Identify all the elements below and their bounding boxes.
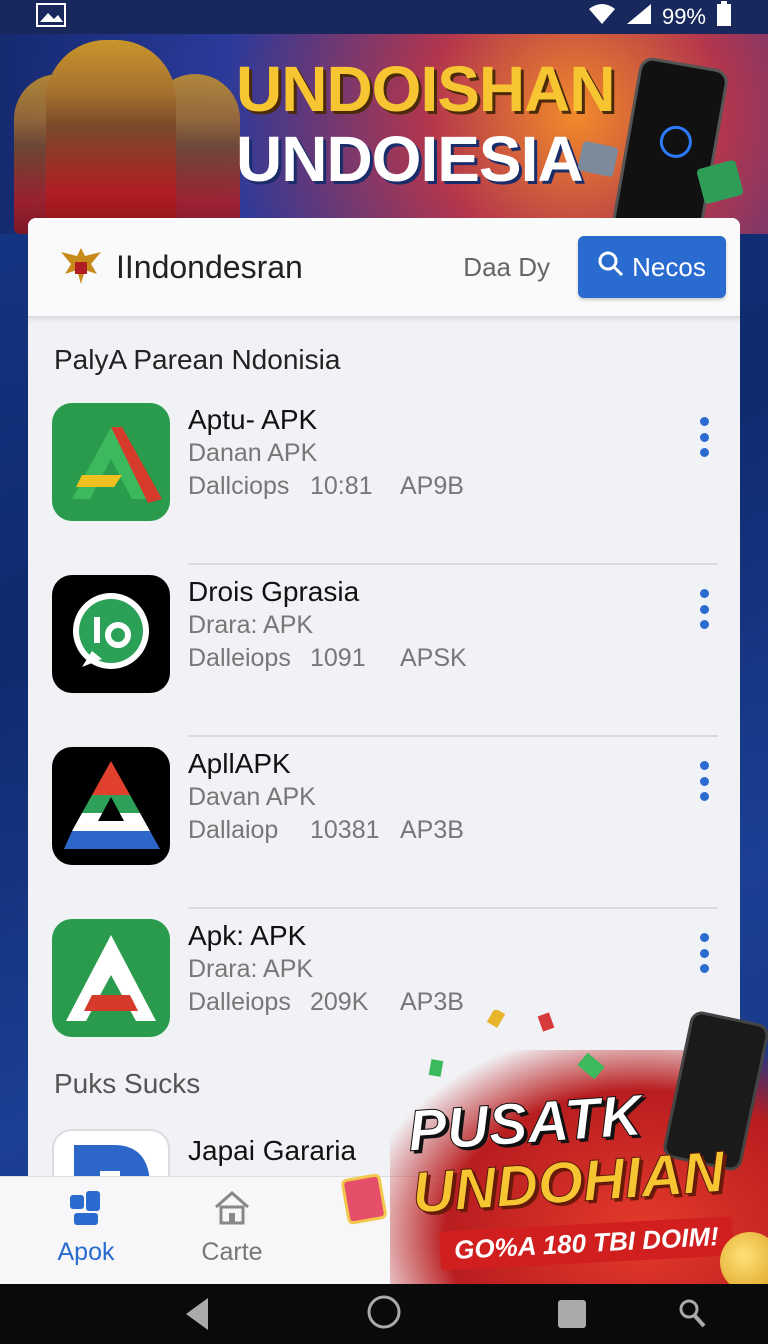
search-button[interactable]: Necos [578, 236, 726, 298]
green-a-icon [52, 403, 170, 521]
app-meta-label: Dallciops [188, 472, 290, 500]
white-a-icon [52, 919, 170, 1037]
hero-banner[interactable]: UNDOISHAN UNDOIESIA [0, 34, 768, 234]
confetti [537, 1012, 555, 1032]
app-meta-size: 1091 [310, 644, 366, 672]
nav-label: Carte [201, 1238, 263, 1266]
app-name: Apk: APK [188, 920, 307, 951]
tricolor-a-icon [52, 747, 170, 865]
app-meta-code: AP9B [400, 472, 464, 500]
signal-icon [626, 3, 652, 31]
nav-label: Apok [57, 1238, 115, 1266]
app-name: Aptu- APK [188, 404, 318, 435]
status-bar: 99% [0, 0, 768, 34]
nav-item-carte[interactable]: Carte [182, 1189, 282, 1267]
ticket-icon [340, 1172, 388, 1226]
app-meta: Dalleiops 1091 APSK [188, 641, 467, 675]
app-meta: Dallciops 10:81 AP9B [188, 469, 464, 503]
list-item[interactable]: ApllAPK Davan APK Dallaiop 10381 AP3B [28, 737, 740, 909]
search-icon[interactable] [678, 1298, 706, 1333]
app-meta-size: 10:81 [310, 472, 373, 500]
hero-title-line2: UNDOIESIA [236, 123, 584, 195]
section2-title: Puks Sucks [54, 1068, 201, 1099]
hero-person-center [46, 40, 176, 230]
more-options-icon[interactable] [698, 417, 710, 457]
hero-title: UNDOISHAN UNDOIESIA [236, 53, 616, 195]
date-filter[interactable]: Daa Dy [463, 252, 550, 283]
gallery-notification-icon [36, 2, 66, 32]
system-nav-bar [0, 1284, 768, 1344]
nav-item-apok[interactable]: Apok [36, 1189, 136, 1267]
garuda-emblem-icon [56, 242, 106, 292]
wifi-icon [588, 3, 616, 31]
card-header: IIndondesran Daa Dy Necos [28, 218, 740, 318]
app-subtitle: Drara: APK [188, 955, 314, 983]
list-item[interactable]: Drois Gprasia Drara: APK Dalleiops 1091 … [28, 565, 740, 737]
battery-text: 99% [661, 4, 706, 29]
recents-icon[interactable] [556, 1298, 588, 1335]
home-circle-icon[interactable] [366, 1294, 402, 1335]
promo-banner[interactable]: PUSATK UNDOHIAN GO%A 180 TBI DOIM! [330, 1010, 768, 1284]
confetti [486, 1010, 506, 1028]
app-name: Drois Gprasia [188, 576, 360, 607]
list-item[interactable]: Aptu- APK Danan APK Dallciops 10:81 AP9B [28, 393, 740, 565]
app-meta-code: APSK [400, 644, 467, 672]
home-icon [182, 1189, 282, 1232]
search-icon [598, 251, 624, 284]
more-options-icon[interactable] [698, 761, 710, 801]
app-title: IIndondesran [116, 248, 303, 285]
app-meta-label: Dalleiops [188, 988, 291, 1016]
back-icon[interactable] [182, 1296, 212, 1337]
more-options-icon[interactable] [698, 589, 710, 629]
app-meta-label: Dalleiops [188, 644, 291, 672]
phone-image [610, 55, 730, 234]
section-title: PalyA Parean Ndonisia [54, 344, 341, 375]
app-meta-label: Dallaiop [188, 816, 279, 844]
hero-title-line1: UNDOISHAN [236, 53, 616, 125]
app-meta-code: AP3B [400, 816, 464, 844]
app-subtitle: Davan APK [188, 783, 316, 811]
battery-icon [716, 1, 732, 33]
more-options-icon[interactable] [698, 933, 710, 973]
chat-bubble-icon [52, 575, 170, 693]
app-subtitle: Drara: APK [188, 611, 314, 639]
apps-icon [36, 1189, 136, 1232]
search-button-label: Necos [632, 251, 706, 282]
app-meta: Dallaiop 10381 AP3B [188, 813, 464, 847]
app-subtitle: Danan APK [188, 439, 318, 467]
app-name: ApllAPK [188, 748, 291, 779]
promo-title: PUSATK UNDOHIAN [405, 1079, 727, 1226]
app-meta-size: 10381 [310, 816, 380, 844]
